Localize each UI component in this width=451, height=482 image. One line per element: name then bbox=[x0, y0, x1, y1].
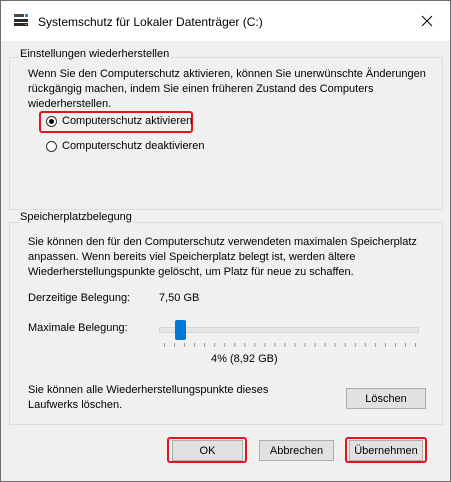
delete-description-line-2: Laufwerks löschen. bbox=[28, 399, 123, 411]
slider-ticks bbox=[164, 343, 416, 347]
restore-description-line-1: Wenn Sie den Computerschutz aktivieren, … bbox=[28, 68, 426, 80]
restore-description-line-2: rückgängig machen, indem Sie einen frühe… bbox=[28, 83, 374, 95]
max-usage-slider-track[interactable] bbox=[159, 327, 419, 333]
close-button[interactable] bbox=[404, 1, 450, 41]
window-title: Systemschutz für Lokaler Datenträger (C:… bbox=[38, 15, 263, 29]
title-bar: Systemschutz für Lokaler Datenträger (C:… bbox=[1, 1, 450, 41]
close-icon bbox=[421, 15, 433, 27]
delete-button[interactable]: Löschen bbox=[346, 388, 426, 409]
disk-description-line-3: Wiederherstellungspunkte gelöscht, um Pl… bbox=[28, 266, 354, 278]
radio-enable-label: Computerschutz aktivieren bbox=[62, 115, 193, 127]
radio-circle-unselected bbox=[46, 140, 57, 152]
disk-description-line-1: Sie können den für den Computerschutz ve… bbox=[28, 236, 417, 248]
max-usage-label: Maximale Belegung: bbox=[28, 322, 128, 334]
current-usage-label: Derzeitige Belegung: bbox=[28, 292, 131, 304]
current-usage-value: 7,50 GB bbox=[159, 292, 200, 304]
radio-enable-protection[interactable]: Computerschutz aktivieren bbox=[46, 115, 192, 127]
delete-description-line-1: Sie können alle Wiederherstellungspunkte… bbox=[28, 384, 269, 396]
ok-button[interactable]: OK bbox=[172, 440, 243, 461]
radio-circle-selected bbox=[46, 115, 57, 127]
apply-button[interactable]: Übernehmen bbox=[349, 440, 423, 461]
system-protection-dialog: Systemschutz für Lokaler Datenträger (C:… bbox=[0, 0, 451, 482]
drive-settings-icon bbox=[14, 14, 28, 26]
disk-space-title: Speicherplatzbelegung bbox=[19, 211, 133, 223]
cancel-button[interactable]: Abbrechen bbox=[259, 440, 334, 461]
disk-description-line-2: anpassen. Wenn bereits viel Speicherplat… bbox=[28, 251, 356, 263]
restore-settings-title: Einstellungen wiederherstellen bbox=[19, 48, 171, 60]
restore-description-line-3: wiederherstellen. bbox=[28, 98, 112, 110]
radio-disable-protection[interactable]: Computerschutz deaktivieren bbox=[46, 140, 204, 152]
max-usage-value: 4% (8,92 GB) bbox=[211, 353, 278, 365]
radio-disable-label: Computerschutz deaktivieren bbox=[62, 140, 205, 152]
dialog-content: Einstellungen wiederherstellen Wenn Sie … bbox=[1, 41, 450, 481]
max-usage-slider-thumb[interactable] bbox=[175, 320, 187, 340]
